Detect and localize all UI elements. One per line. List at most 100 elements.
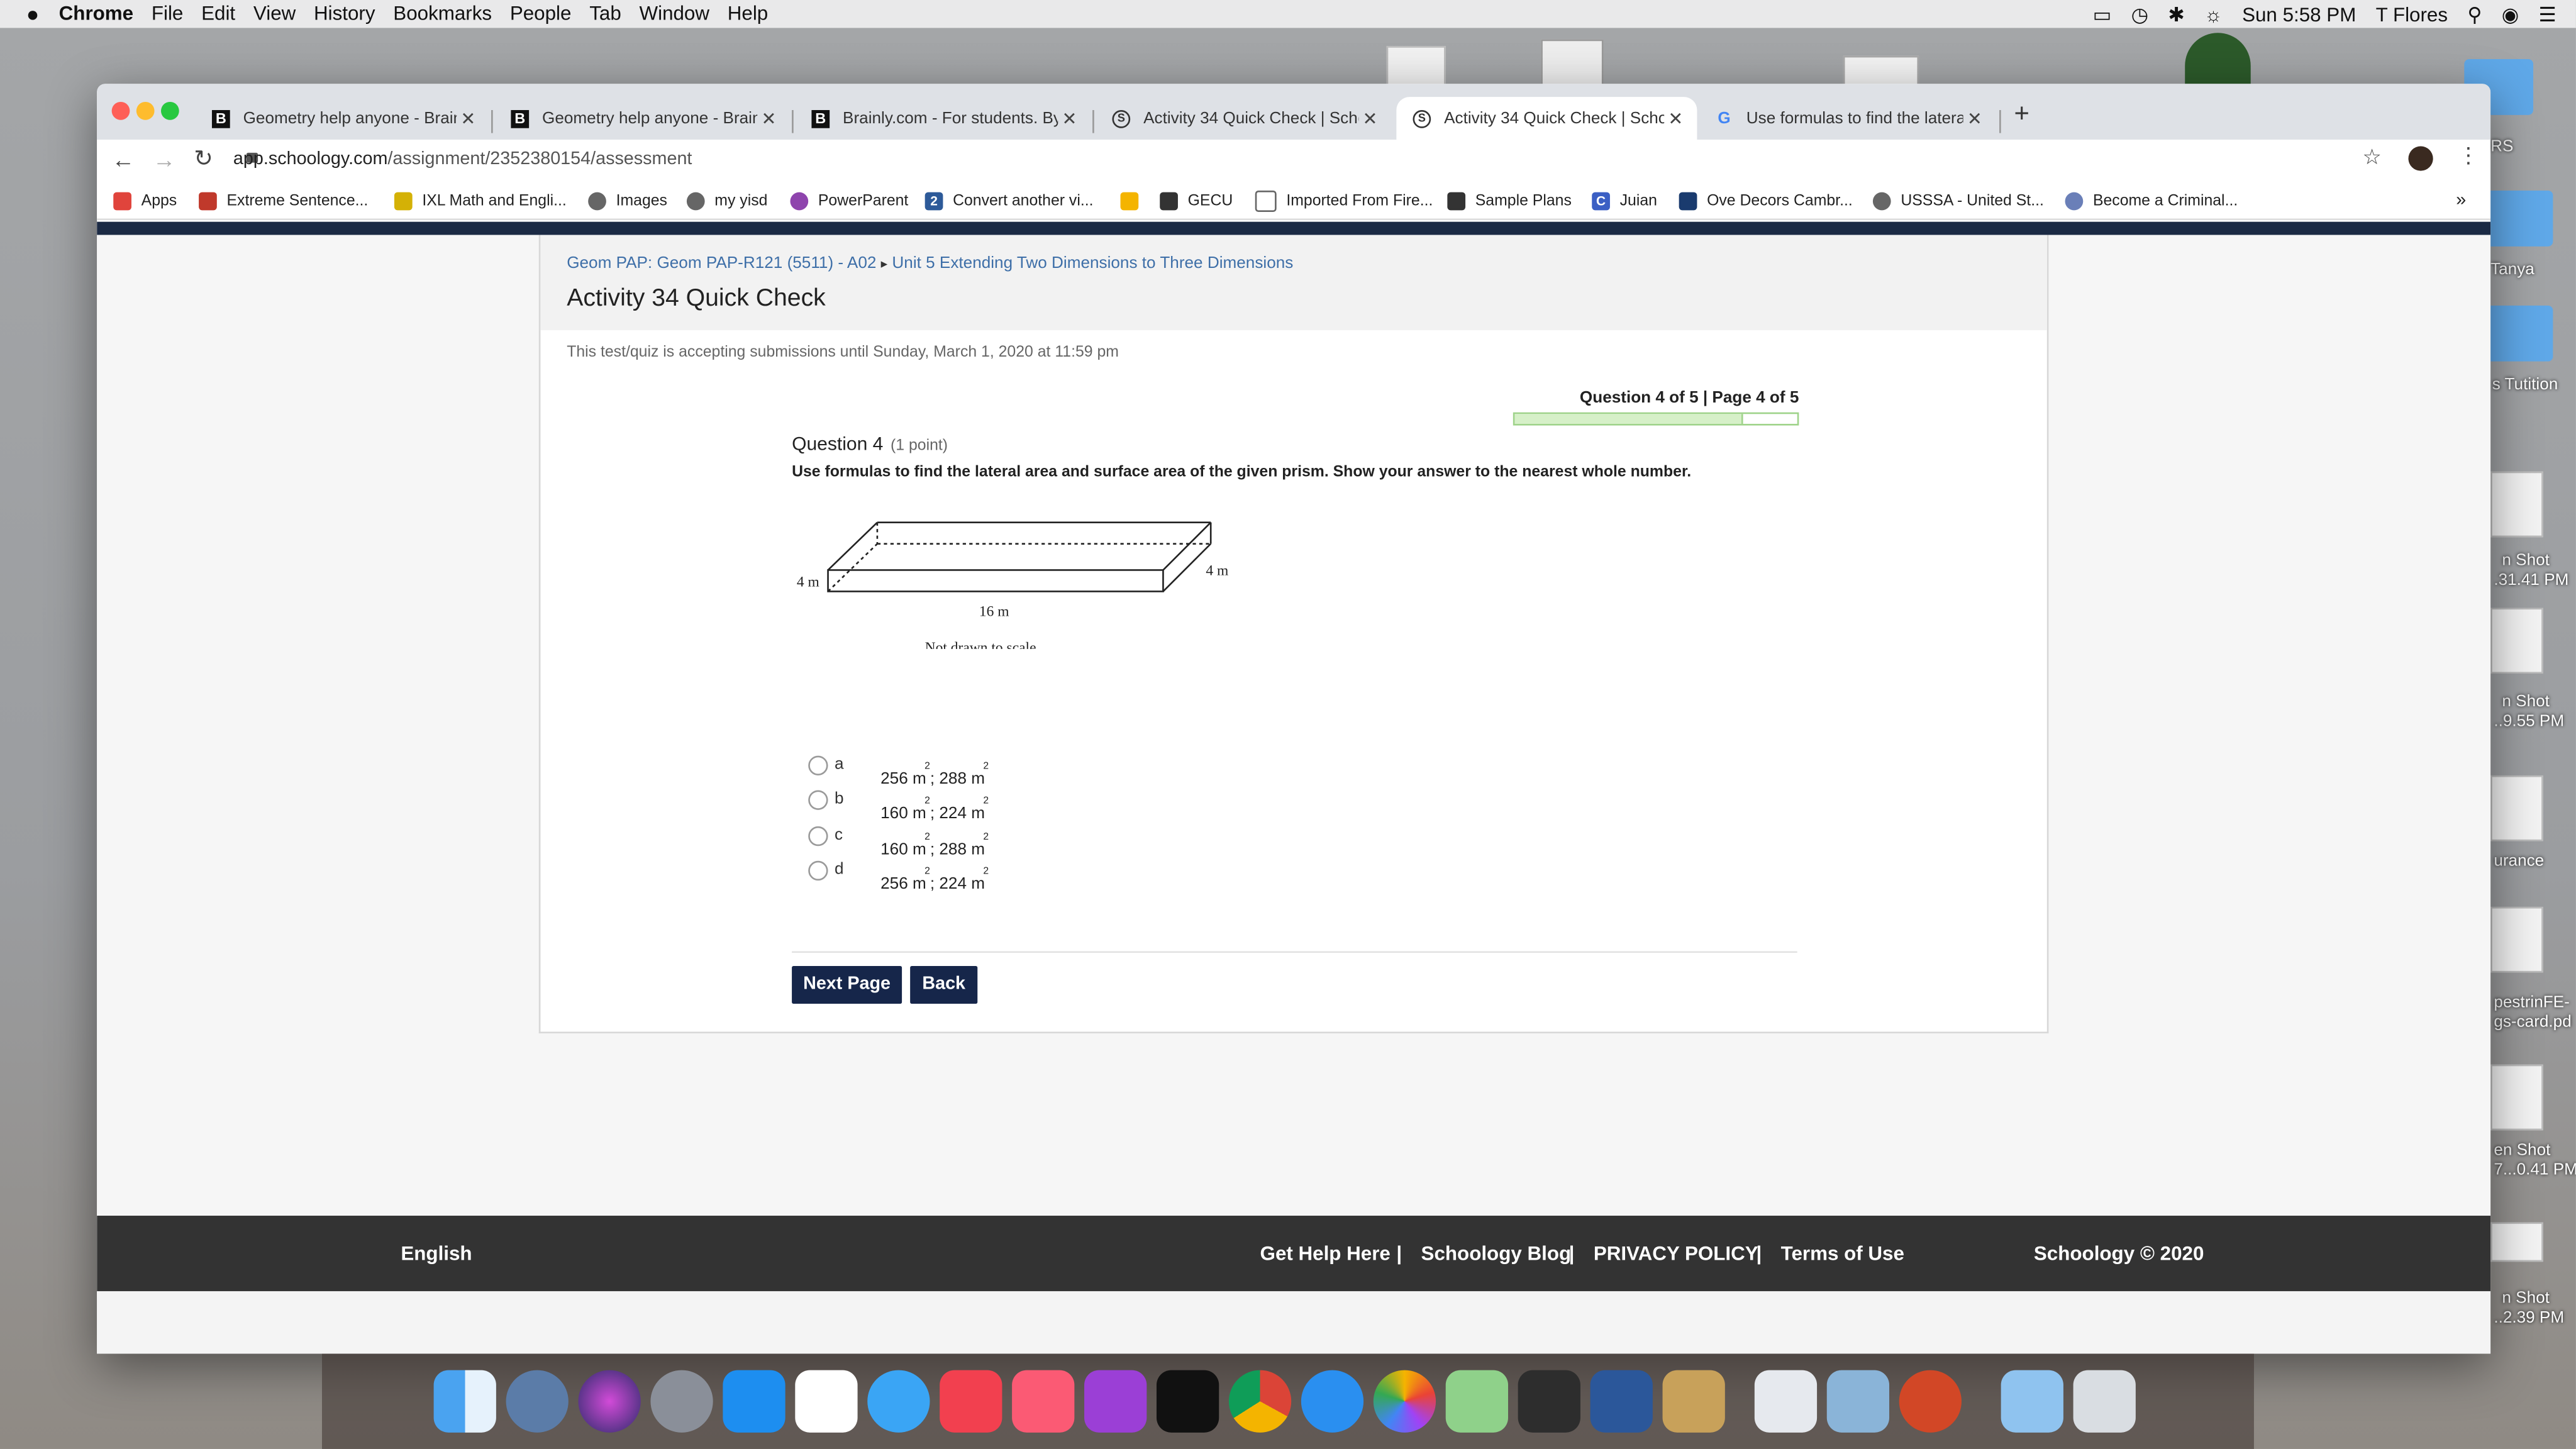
- photos-icon[interactable]: [1373, 1370, 1436, 1433]
- next-page-button[interactable]: Next Page: [792, 965, 902, 1004]
- back-button[interactable]: Back: [910, 965, 978, 1004]
- bookmark[interactable]: [1120, 189, 1148, 212]
- desktop-file-icon[interactable]: [2490, 471, 2543, 538]
- calendar-icon[interactable]: [795, 1370, 858, 1433]
- profile-avatar[interactable]: [2408, 146, 2433, 171]
- answer-option[interactable]: b 160 m2; 224 m2: [808, 782, 1038, 823]
- spotlight-icon[interactable]: ⚲: [2467, 3, 2482, 26]
- bookmark-star-icon[interactable]: ☆: [2362, 145, 2381, 171]
- radio-button[interactable]: [808, 790, 828, 810]
- close-window-button[interactable]: [111, 101, 130, 120]
- close-tab-icon[interactable]: ✕: [1664, 108, 1687, 129]
- calculator-icon[interactable]: [1662, 1370, 1725, 1433]
- bookmark-apps[interactable]: Apps: [113, 189, 177, 212]
- siri-icon[interactable]: [578, 1370, 641, 1433]
- address-bar[interactable]: app.schoology.com/assignment/2352380154/…: [233, 150, 692, 169]
- bookmark[interactable]: 2 Convert another vi...: [924, 189, 1094, 212]
- bookmark[interactable]: GECU: [1160, 189, 1233, 212]
- browser-tab[interactable]: G Use formulas to find the lateral a ✕: [1699, 97, 1996, 140]
- close-tab-icon[interactable]: ✕: [1358, 108, 1382, 129]
- powerpoint-icon[interactable]: [1899, 1370, 1962, 1433]
- desktop-file-icon[interactable]: [2490, 608, 2543, 674]
- airplay-icon[interactable]: ▭: [2093, 3, 2112, 26]
- footer-link-blog[interactable]: Schoology Blog: [1421, 1242, 1572, 1265]
- trash-icon[interactable]: [2073, 1370, 2136, 1433]
- browser-tab-active[interactable]: S Activity 34 Quick Check | Schoo ✕: [1396, 97, 1697, 140]
- safari-icon[interactable]: [1301, 1370, 1364, 1433]
- radio-button[interactable]: [808, 826, 828, 847]
- menu-people[interactable]: People: [510, 0, 572, 28]
- browser-tab[interactable]: B Geometry help anyone - Brainly.c ✕: [494, 97, 790, 140]
- bookmark[interactable]: Extreme Sentence...: [199, 189, 368, 212]
- desktop-file-icon[interactable]: [2490, 1064, 2543, 1131]
- notification-center-icon[interactable]: ☰: [2538, 3, 2556, 26]
- desktop-file-icon[interactable]: [2490, 775, 2543, 841]
- bookmarks-overflow-icon[interactable]: »: [2456, 189, 2466, 212]
- siri-icon[interactable]: ◉: [2502, 3, 2519, 26]
- browser-tab[interactable]: B Brainly.com - For students. By st ✕: [795, 97, 1091, 140]
- desktop-folder-icon[interactable]: [2484, 305, 2553, 362]
- messages-icon[interactable]: [867, 1370, 930, 1433]
- menu-help[interactable]: Help: [728, 0, 768, 28]
- news-icon[interactable]: [940, 1370, 1002, 1433]
- menu-history[interactable]: History: [314, 0, 375, 28]
- menu-file[interactable]: File: [152, 0, 184, 28]
- music-icon[interactable]: [1012, 1370, 1075, 1433]
- chrome-icon[interactable]: [1228, 1370, 1292, 1433]
- footer-link-help[interactable]: Get Help Here: [1260, 1242, 1391, 1265]
- radio-button[interactable]: [808, 755, 828, 775]
- bookmark[interactable]: PowerParent: [790, 189, 908, 212]
- browser-tab[interactable]: B Geometry help anyone - Brainly.c ✕: [196, 97, 490, 140]
- finder-icon[interactable]: [433, 1370, 496, 1433]
- chrome-menu-icon[interactable]: ⋮: [2458, 143, 2479, 169]
- bookmark[interactable]: C Juian: [1592, 189, 1657, 212]
- new-tab-button[interactable]: +: [2014, 100, 2029, 130]
- close-tab-icon[interactable]: ✕: [1963, 108, 1987, 129]
- radio-button[interactable]: [808, 860, 828, 881]
- bluetooth-icon[interactable]: ✱: [2168, 3, 2184, 26]
- downloads-folder-icon[interactable]: [2001, 1370, 2063, 1433]
- bookmark[interactable]: Ove Decors Cambr...: [1679, 189, 1853, 212]
- bookmark[interactable]: Become a Criminal...: [2065, 189, 2238, 212]
- desktop-file-icon[interactable]: [2490, 906, 2543, 973]
- wifi-icon[interactable]: ☼: [2204, 3, 2223, 26]
- close-tab-icon[interactable]: ✕: [757, 108, 780, 129]
- language-selector[interactable]: English: [401, 1242, 472, 1265]
- bookmark[interactable]: IXL Math and Engli...: [394, 189, 567, 212]
- close-tab-icon[interactable]: ✕: [1058, 108, 1081, 129]
- reload-icon[interactable]: ↻: [194, 145, 213, 172]
- zoom-window-button[interactable]: [160, 101, 179, 120]
- menu-view[interactable]: View: [253, 0, 296, 28]
- bookmark-folder[interactable]: Imported From Fire...: [1255, 189, 1433, 212]
- folder-icon[interactable]: [1518, 1370, 1580, 1433]
- desktop-file-icon[interactable]: [2490, 1222, 2543, 1262]
- close-tab-icon[interactable]: ✕: [457, 108, 480, 129]
- apple-menu-icon[interactable]: ●: [26, 0, 40, 28]
- bookmark[interactable]: Images: [588, 189, 667, 212]
- footer-link-terms[interactable]: Terms of Use: [1781, 1242, 1904, 1265]
- browser-tab[interactable]: S Activity 34 Quick Check | Schoo ✕: [1096, 97, 1391, 140]
- app-store-icon[interactable]: [723, 1370, 786, 1433]
- user-name[interactable]: T Flores: [2376, 3, 2448, 26]
- time-machine-icon[interactable]: ◷: [2131, 3, 2148, 26]
- answer-option[interactable]: a 256 m2; 288 m2: [808, 748, 1038, 789]
- preview-icon[interactable]: [1826, 1370, 1890, 1433]
- breadcrumb-unit-link[interactable]: Unit 5 Extending Two Dimensions to Three…: [892, 255, 1293, 273]
- maps-icon[interactable]: [1445, 1370, 1508, 1433]
- bookmark[interactable]: my yisd: [686, 189, 767, 212]
- bookmark[interactable]: USSSA - United St...: [1872, 189, 2044, 212]
- menu-edit[interactable]: Edit: [201, 0, 235, 28]
- desktop-folder-icon[interactable]: [2484, 191, 2553, 247]
- rocket-icon[interactable]: [650, 1370, 713, 1433]
- word-icon[interactable]: [1590, 1370, 1653, 1433]
- back-arrow-icon[interactable]: ←: [112, 146, 135, 172]
- answer-option[interactable]: c 160 m2; 288 m2: [808, 818, 1038, 859]
- numbers-icon[interactable]: [1754, 1370, 1818, 1433]
- apple-tv-icon[interactable]: [1156, 1370, 1219, 1433]
- menu-tab[interactable]: Tab: [589, 0, 621, 28]
- minimize-window-button[interactable]: [136, 101, 155, 120]
- footer-link-privacy[interactable]: PRIVACY POLICY: [1594, 1242, 1758, 1265]
- breadcrumb-course-link[interactable]: Geom PAP: Geom PAP-R121 (5511) - A02: [567, 255, 876, 273]
- bookmark[interactable]: Sample Plans: [1447, 189, 1572, 212]
- clock[interactable]: Sun 5:58 PM: [2242, 3, 2356, 26]
